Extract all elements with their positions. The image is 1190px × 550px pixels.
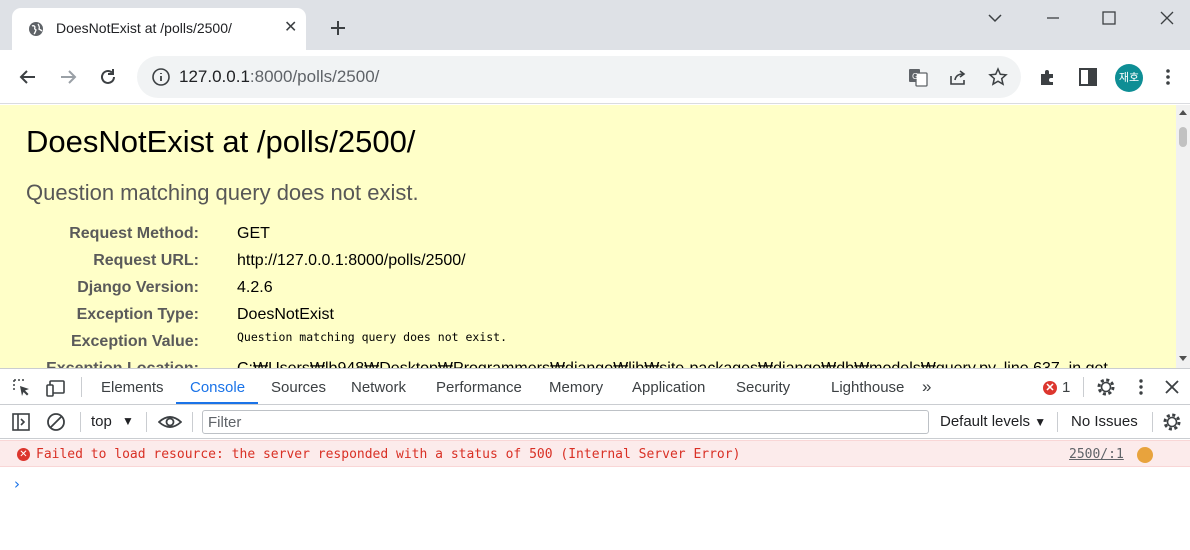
- error-x-icon: ✕: [17, 448, 30, 461]
- meta-row-exception-value: Exception Value: Question matching query…: [0, 330, 1150, 355]
- devtools-tabbar: Elements Console Sources Network Perform…: [0, 369, 1190, 405]
- svg-text:G: G: [912, 72, 918, 81]
- meta-row-django-version: Django Version: 4.2.6: [0, 279, 1150, 301]
- meta-row-request-url: Request URL: http://127.0.0.1:8000/polls…: [0, 252, 1150, 274]
- scroll-up-arrow-icon[interactable]: [1179, 110, 1187, 115]
- divider: [81, 377, 82, 397]
- profile-avatar[interactable]: 재호: [1115, 64, 1143, 92]
- console-settings-gear-icon[interactable]: [1162, 412, 1182, 432]
- url-host: 127.0.0.1: [179, 67, 250, 86]
- browser-tab[interactable]: DoesNotExist at /polls/2500/ ✕: [12, 8, 306, 50]
- devtools-menu-icon[interactable]: [1131, 377, 1151, 397]
- console-filter-input[interactable]: [202, 410, 929, 434]
- meta-row-exception-type: Exception Type: DoesNotExist: [0, 306, 1150, 328]
- reload-icon[interactable]: [97, 66, 119, 88]
- live-expression-eye-icon[interactable]: [158, 412, 182, 432]
- meta-value: http://127.0.0.1:8000/polls/2500/: [237, 252, 466, 269]
- meta-key: Request Method:: [69, 225, 199, 242]
- meta-key: Django Version:: [77, 279, 199, 296]
- inspect-element-icon[interactable]: [12, 378, 32, 398]
- browser-toolbar: 127.0.0.1:8000/polls/2500/ G 재호: [0, 50, 1190, 104]
- scroll-down-arrow-icon[interactable]: [1179, 356, 1187, 361]
- console-error-message[interactable]: ✕ Failed to load resource: the server re…: [0, 440, 1190, 467]
- console-prompt-chevron-icon[interactable]: ›: [14, 475, 20, 493]
- new-tab-icon[interactable]: [326, 16, 350, 40]
- tab-application[interactable]: Application: [632, 379, 705, 396]
- more-tabs-chevron-icon[interactable]: »: [922, 377, 931, 397]
- tab-elements[interactable]: Elements: [101, 379, 164, 396]
- url-text[interactable]: 127.0.0.1:8000/polls/2500/: [179, 67, 379, 87]
- meta-value: 4.2.6: [237, 279, 273, 296]
- context-select[interactable]: top: [91, 413, 112, 430]
- active-tab-indicator: [176, 402, 258, 404]
- meta-value: DoesNotExist: [237, 306, 334, 323]
- meta-key: Exception Location:: [46, 360, 199, 368]
- error-count[interactable]: 1: [1062, 379, 1070, 396]
- meta-value: C:₩Users₩lb948₩Desktop₩Programmers₩djang…: [237, 360, 1108, 368]
- tab-lighthouse[interactable]: Lighthouse: [831, 379, 904, 396]
- issues-counter[interactable]: No Issues: [1071, 413, 1138, 430]
- django-error-page: DoesNotExist at /polls/2500/ Question ma…: [0, 105, 1176, 368]
- share-icon[interactable]: [948, 67, 968, 87]
- tab-console[interactable]: Console: [190, 379, 245, 396]
- tab-close-icon[interactable]: ✕: [284, 19, 297, 37]
- meta-row-request-method: Request Method: GET: [0, 225, 1150, 247]
- back-icon[interactable]: [17, 66, 39, 88]
- globe-icon: [29, 22, 43, 36]
- meta-row-exception-location: Exception Location: C:₩Users₩lb948₩Deskt…: [0, 360, 1150, 368]
- address-bar[interactable]: 127.0.0.1:8000/polls/2500/ G: [137, 56, 1021, 98]
- network-request-icon[interactable]: [1137, 447, 1153, 463]
- divider: [146, 412, 147, 432]
- tab-memory[interactable]: Memory: [549, 379, 603, 396]
- divider: [1083, 377, 1084, 397]
- meta-value: GET: [237, 225, 270, 242]
- error-source-link[interactable]: 2500/:1: [1069, 447, 1124, 462]
- meta-value: Question matching query does not exist.: [237, 330, 508, 344]
- scroll-thumb[interactable]: [1179, 127, 1187, 147]
- tab-performance[interactable]: Performance: [436, 379, 522, 396]
- meta-key: Exception Value:: [70, 333, 199, 350]
- divider: [1152, 412, 1153, 432]
- meta-key: Exception Type:: [76, 306, 199, 323]
- devtools-settings-gear-icon[interactable]: [1096, 377, 1116, 397]
- url-path: :8000/polls/2500/: [249, 67, 380, 86]
- site-info-icon[interactable]: [151, 67, 171, 87]
- divider: [1057, 412, 1058, 432]
- log-levels-caret-icon: ▼: [1034, 415, 1047, 429]
- forward-icon[interactable]: [57, 66, 79, 88]
- browser-menu-icon[interactable]: [1157, 66, 1179, 88]
- tab-title: DoesNotExist at /polls/2500/: [56, 20, 232, 36]
- browser-titlebar: DoesNotExist at /polls/2500/ ✕: [0, 0, 1190, 50]
- log-levels-label: Default levels: [940, 413, 1031, 430]
- extensions-puzzle-icon[interactable]: [1037, 66, 1059, 88]
- devtools-close-icon[interactable]: [1162, 377, 1182, 397]
- translate-icon[interactable]: G: [908, 67, 928, 87]
- page-subtitle: Question matching query does not exist.: [26, 180, 419, 205]
- side-panel-icon[interactable]: [1077, 66, 1099, 88]
- show-sidebar-icon[interactable]: [11, 412, 31, 432]
- tab-network[interactable]: Network: [351, 379, 406, 396]
- log-levels-dropdown[interactable]: Default levels ▼: [940, 413, 1046, 430]
- device-toolbar-icon[interactable]: [46, 378, 66, 398]
- clear-console-icon[interactable]: [46, 412, 66, 432]
- context-dropdown-caret-icon[interactable]: ▼: [122, 414, 134, 428]
- page-scrollbar[interactable]: [1176, 105, 1190, 368]
- bookmark-star-icon[interactable]: [988, 67, 1008, 87]
- tab-search-chevron-icon[interactable]: [985, 8, 1005, 28]
- meta-key: Request URL:: [93, 252, 199, 269]
- tab-security[interactable]: Security: [736, 379, 790, 396]
- error-message-text: Failed to load resource: the server resp…: [36, 447, 741, 462]
- devtools-panel: Elements Console Sources Network Perform…: [0, 368, 1190, 550]
- close-window-icon[interactable]: [1157, 8, 1177, 28]
- minimize-icon[interactable]: [1043, 8, 1063, 28]
- error-count-icon[interactable]: ✕: [1043, 381, 1057, 395]
- divider: [80, 412, 81, 432]
- page-title: DoesNotExist at /polls/2500/: [26, 124, 416, 159]
- maximize-icon[interactable]: [1099, 8, 1119, 28]
- divider: [192, 412, 193, 432]
- tab-sources[interactable]: Sources: [271, 379, 326, 396]
- console-filterbar: top ▼ Default levels ▼ No Issues: [0, 405, 1190, 439]
